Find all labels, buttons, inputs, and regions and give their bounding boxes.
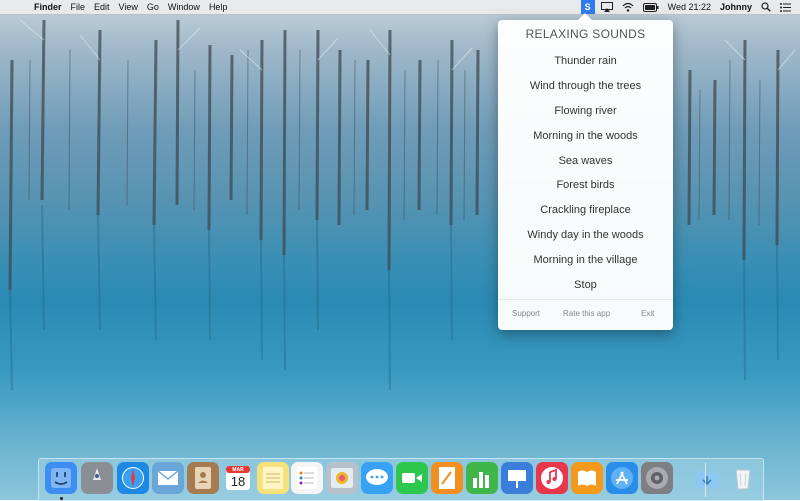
sound-item-sea-waves[interactable]: Sea waves [498,149,673,174]
menu-bar: Finder File Edit View Go Window Help S W… [0,0,800,15]
rate-app-link[interactable]: Rate this app [563,309,610,318]
contacts-icon[interactable] [187,462,219,494]
trash-icon[interactable] [727,462,759,494]
dock-separator [705,463,706,497]
ibooks-icon[interactable] [571,462,603,494]
menu-file[interactable]: File [71,0,86,14]
menu-go[interactable]: Go [147,0,159,14]
dock: MAR 18 [38,458,764,501]
calendar-icon[interactable]: MAR 18 [222,462,254,494]
sound-item-crackling-fireplace[interactable]: Crackling fireplace [498,198,673,223]
sound-list: Thunder rain Wind through the trees Flow… [498,49,673,298]
sound-item-morning-woods[interactable]: Morning in the woods [498,124,673,149]
keynote-icon[interactable] [501,462,533,494]
calendar-day-label: 18 [230,474,246,489]
app-store-icon[interactable] [606,462,638,494]
spotlight-search-icon[interactable] [761,2,771,12]
battery-icon[interactable] [642,2,659,12]
dock-icons: MAR 18 [39,459,763,501]
menu-help[interactable]: Help [209,0,228,14]
sound-item-windy-day-woods[interactable]: Windy day in the woods [498,223,673,248]
safari-icon[interactable] [117,462,149,494]
sound-item-flowing-river[interactable]: Flowing river [498,99,673,124]
mail-icon[interactable] [152,462,184,494]
airplay-icon[interactable] [600,2,613,12]
sound-item-wind-through-trees[interactable]: Wind through the trees [498,74,673,99]
calendar-month-label: MAR [232,467,244,473]
sound-item-morning-village[interactable]: Morning in the village [498,248,673,273]
wallpaper-trees [8,19,796,391]
menubar-clock[interactable]: Wed 21:22 [668,0,711,14]
popup-title: RELAXING SOUNDS [525,27,646,41]
menu-edit[interactable]: Edit [94,0,110,14]
reminders-icon[interactable] [291,462,323,494]
stop-button[interactable]: Stop [498,273,673,298]
popup-footer: Support Rate this app Exit [498,299,673,330]
menu-view[interactable]: View [119,0,138,14]
support-link[interactable]: Support [512,309,540,318]
pages-icon[interactable] [431,462,463,494]
messages-icon[interactable] [361,462,393,494]
desktop-wallpaper [0,0,800,500]
notes-icon[interactable] [257,462,289,494]
launchpad-icon[interactable] [81,462,113,494]
menubar-user-name[interactable]: Johnny [720,0,752,14]
system-preferences-icon[interactable] [641,462,673,494]
exit-link[interactable]: Exit [641,309,654,318]
sound-item-thunder-rain[interactable]: Thunder rain [498,49,673,74]
menu-app-name[interactable]: Finder [34,0,62,14]
menu-window[interactable]: Window [168,0,200,14]
relaxing-sounds-status-button[interactable]: S [580,0,595,14]
relaxing-sounds-popup: RELAXING SOUNDS Thunder rain Wind throug… [498,13,673,330]
itunes-icon[interactable] [536,462,568,494]
facetime-icon[interactable] [396,462,428,494]
wifi-icon[interactable] [622,2,634,12]
notification-center-icon[interactable] [780,2,791,12]
photos-icon[interactable] [326,462,358,494]
numbers-icon[interactable] [466,462,498,494]
finder-icon[interactable] [45,462,77,494]
downloads-folder-icon[interactable] [691,462,723,494]
sound-item-forest-birds[interactable]: Forest birds [498,173,673,198]
